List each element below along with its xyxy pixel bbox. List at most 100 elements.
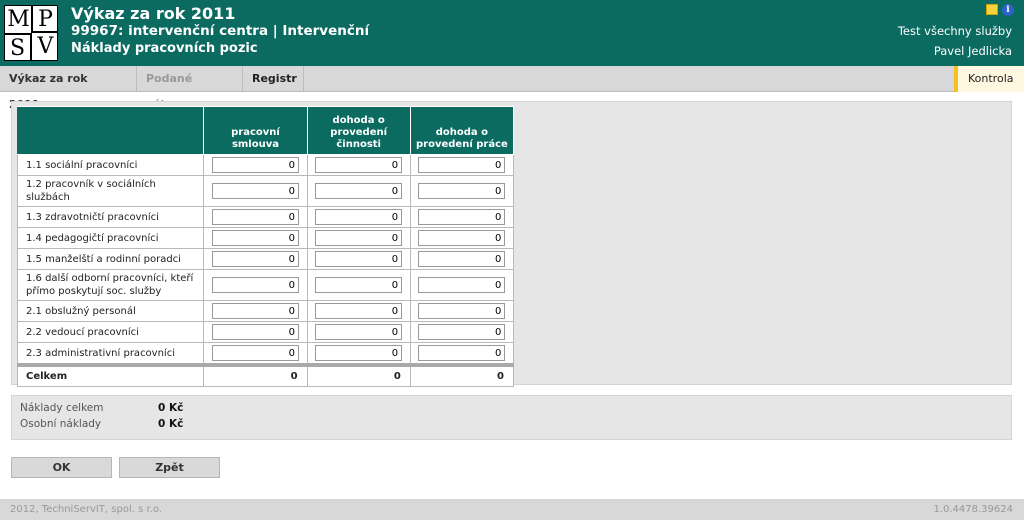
amount-input[interactable] bbox=[211, 183, 299, 199]
amount-input[interactable] bbox=[418, 209, 506, 225]
amount-input[interactable] bbox=[315, 183, 403, 199]
summary-row-personal-costs: Osobní náklady 0 Kč bbox=[20, 418, 183, 430]
amount-input[interactable] bbox=[211, 345, 299, 361]
value-cell bbox=[409, 300, 515, 322]
value-cell bbox=[203, 269, 308, 301]
user-name[interactable]: Pavel Jedlicka bbox=[934, 44, 1012, 58]
logo-letter-p: P bbox=[31, 6, 58, 33]
service-name[interactable]: Test všechny služby bbox=[898, 24, 1012, 38]
table-row: 2.3 administrativní pracovníci bbox=[16, 342, 515, 366]
table-row: 1.6 další odborní pracovníci, kteří přím… bbox=[16, 269, 515, 301]
table-row: 2.1 obslužný personál bbox=[16, 300, 515, 322]
amount-input[interactable] bbox=[211, 157, 299, 173]
column-header-empty bbox=[16, 106, 205, 155]
row-label: 1.1 sociální pracovníci bbox=[16, 154, 205, 176]
summary-label: Náklady celkem bbox=[20, 402, 104, 414]
amount-input[interactable] bbox=[418, 303, 506, 319]
total-row: Celkem 0 0 0 bbox=[16, 363, 515, 387]
amount-input[interactable] bbox=[418, 251, 506, 267]
value-cell bbox=[203, 175, 308, 207]
ok-button[interactable]: OK bbox=[11, 457, 112, 478]
amount-input[interactable] bbox=[315, 303, 403, 319]
amount-input[interactable] bbox=[211, 277, 299, 293]
amount-input[interactable] bbox=[418, 157, 506, 173]
amount-input[interactable] bbox=[315, 209, 403, 225]
row-label: 1.6 další odborní pracovníci, kteří přím… bbox=[16, 269, 205, 301]
amount-input[interactable] bbox=[211, 251, 299, 267]
total-value: 0 bbox=[306, 363, 411, 387]
value-cell bbox=[409, 321, 515, 343]
table-row: 1.4 pedagogičtí pracovníci bbox=[16, 227, 515, 249]
page-subtitle: 99967: intervenční centra | Intervenční bbox=[71, 23, 370, 39]
amount-input[interactable] bbox=[315, 157, 403, 173]
app-header: M P S V Výkaz za rok 2011 99967: interve… bbox=[0, 0, 1024, 66]
amount-input[interactable] bbox=[418, 345, 506, 361]
row-label: 2.2 vedoucí pracovníci bbox=[16, 321, 205, 343]
main-menu: Výkaz za rok 2011▼ Podané výkazy Registr… bbox=[0, 66, 1024, 111]
value-cell bbox=[306, 227, 411, 249]
version-text: 1.0.4478.39624 bbox=[933, 504, 1013, 515]
logo-letter-v: V bbox=[37, 34, 54, 59]
table-row: 1.5 manželští a rodinní poradci bbox=[16, 248, 515, 270]
row-label: 2.3 administrativní pracovníci bbox=[16, 342, 205, 366]
menu-item-label: Registr bbox=[252, 72, 297, 85]
back-button[interactable]: Zpět bbox=[119, 457, 220, 478]
menu-item-podane-vykazy[interactable]: Podané výkazy bbox=[137, 66, 243, 111]
menu-item-registr[interactable]: Registr bbox=[243, 66, 304, 92]
amount-input[interactable] bbox=[418, 277, 506, 293]
column-header-employment-contract: pracovní smlouva bbox=[203, 106, 308, 155]
amount-input[interactable] bbox=[315, 345, 403, 361]
summary-label: Osobní náklady bbox=[20, 418, 102, 430]
info-icon[interactable]: i bbox=[1002, 4, 1014, 16]
value-cell bbox=[203, 227, 308, 249]
row-label: 1.3 zdravotničtí pracovníci bbox=[16, 206, 205, 228]
row-label: 1.2 pracovník v sociálních službách bbox=[16, 175, 205, 207]
amount-input[interactable] bbox=[315, 251, 403, 267]
menu-item-vykaz[interactable]: Výkaz za rok 2011▼ bbox=[0, 66, 137, 111]
amount-input[interactable] bbox=[211, 209, 299, 225]
amount-input[interactable] bbox=[211, 303, 299, 319]
cost-table-panel: pracovní smlouva dohoda o provedení činn… bbox=[11, 101, 1012, 387]
amount-input[interactable] bbox=[315, 324, 403, 340]
table-row: 1.1 sociální pracovníci bbox=[16, 154, 515, 176]
amount-input[interactable] bbox=[211, 230, 299, 246]
summary-value: 0 Kč bbox=[158, 402, 184, 414]
position-costs-table: pracovní smlouva dohoda o provedení činn… bbox=[16, 106, 515, 387]
kontrola-button[interactable]: Kontrola bbox=[954, 66, 1024, 92]
value-cell bbox=[409, 206, 515, 228]
value-cell bbox=[409, 248, 515, 270]
amount-input[interactable] bbox=[418, 183, 506, 199]
amount-input[interactable] bbox=[418, 230, 506, 246]
footer: 2012, TechniServIT, spol. s r.o. 1.0.447… bbox=[0, 499, 1024, 520]
total-value: 0 bbox=[203, 363, 308, 387]
summary-value: 0 Kč bbox=[158, 418, 184, 430]
value-cell bbox=[203, 206, 308, 228]
summary-panel: Náklady celkem 0 Kč Osobní náklady 0 Kč bbox=[11, 395, 1012, 440]
total-value: 0 bbox=[409, 363, 515, 387]
amount-input[interactable] bbox=[315, 277, 403, 293]
row-label: 1.5 manželští a rodinní poradci bbox=[16, 248, 205, 270]
value-cell bbox=[306, 154, 411, 176]
table-row: 1.3 zdravotničtí pracovníci bbox=[16, 206, 515, 228]
table-body: 1.1 sociální pracovníci1.2 pracovník v s… bbox=[16, 154, 515, 387]
amount-input[interactable] bbox=[211, 324, 299, 340]
mpsv-logo: M P S V bbox=[4, 5, 58, 61]
column-header-dpc: dohoda o provedení činnosti bbox=[306, 106, 411, 155]
copyright-text: 2012, TechniServIT, spol. s r.o. bbox=[10, 504, 162, 515]
value-cell bbox=[409, 269, 515, 301]
value-cell bbox=[203, 154, 308, 176]
value-cell bbox=[203, 321, 308, 343]
page-title: Výkaz za rok 2011 bbox=[71, 4, 236, 23]
value-cell bbox=[203, 342, 308, 366]
table-row: 1.2 pracovník v sociálních službách bbox=[16, 175, 515, 207]
header-icons: i bbox=[986, 4, 1014, 16]
value-cell bbox=[306, 300, 411, 322]
flag-icon[interactable] bbox=[986, 4, 998, 15]
value-cell bbox=[306, 175, 411, 207]
table-row: 2.2 vedoucí pracovníci bbox=[16, 321, 515, 343]
value-cell bbox=[306, 269, 411, 301]
amount-input[interactable] bbox=[418, 324, 506, 340]
value-cell bbox=[306, 321, 411, 343]
total-label: Celkem bbox=[16, 363, 205, 387]
amount-input[interactable] bbox=[315, 230, 403, 246]
